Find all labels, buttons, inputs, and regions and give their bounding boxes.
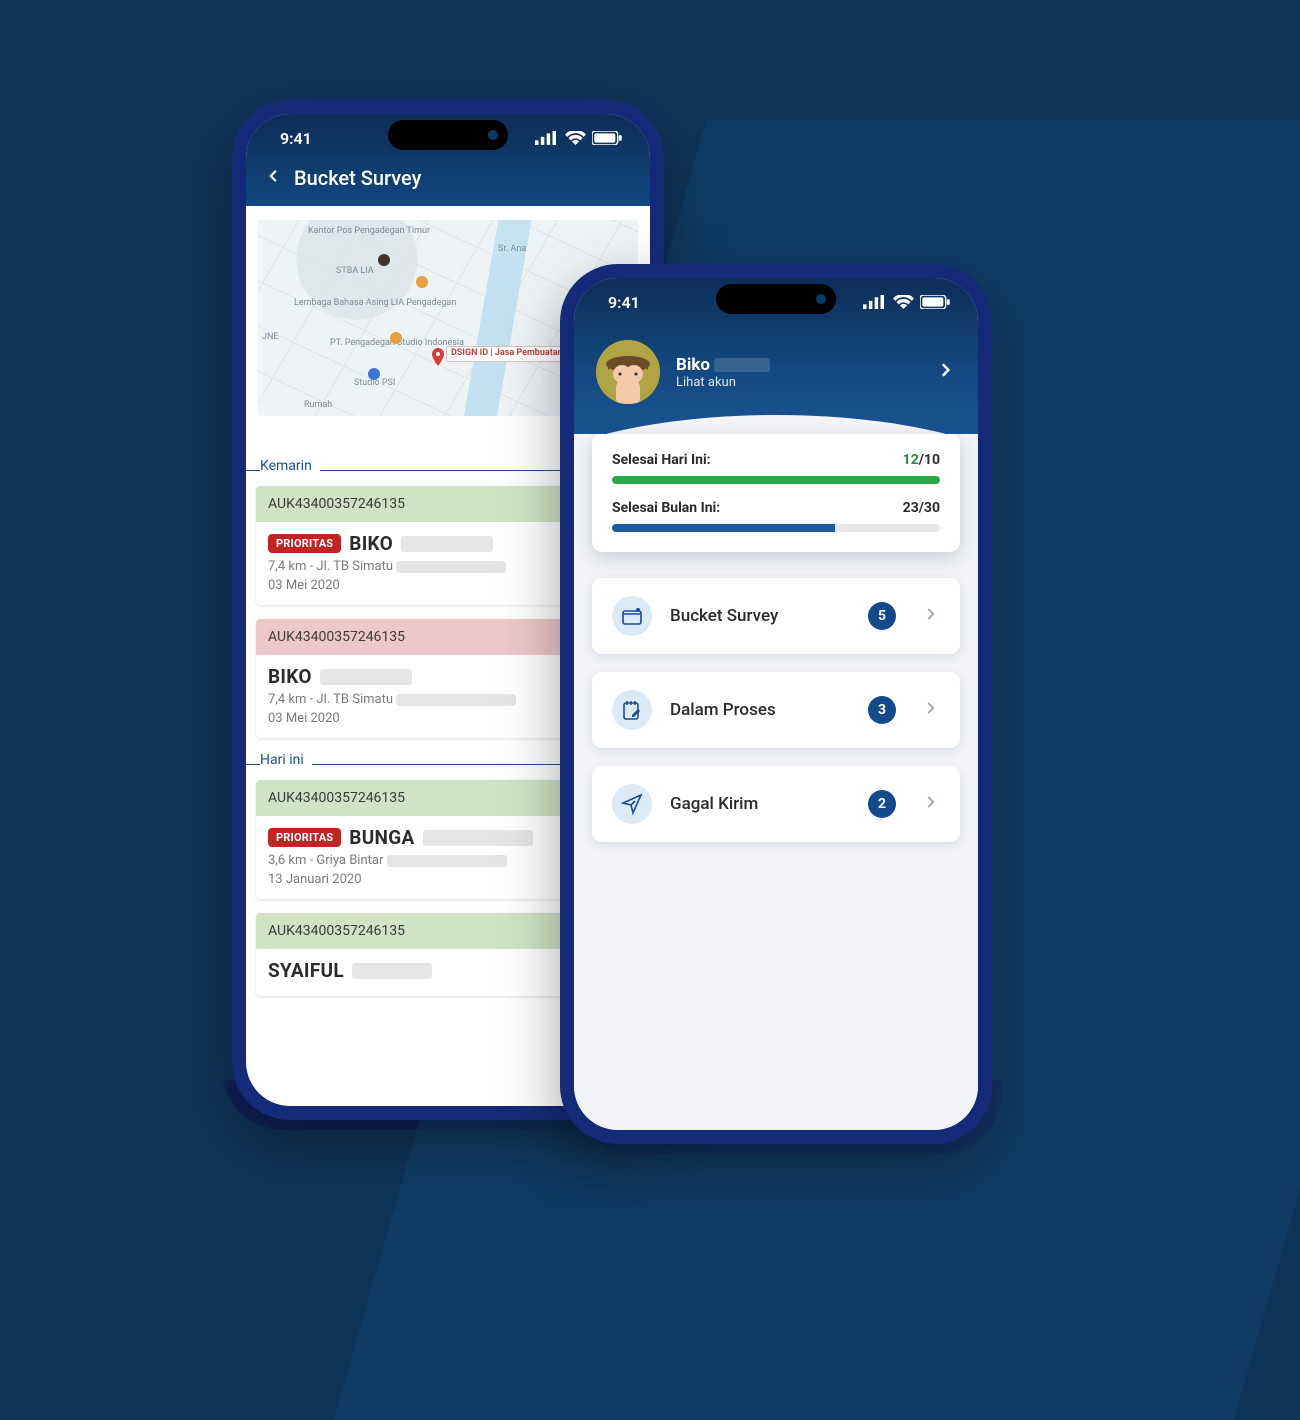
card-name: SYAIFUL [268,959,344,982]
back-button[interactable] [264,166,282,190]
notes-icon [612,690,652,730]
card-name: BUNGA [349,826,414,849]
priority-badge: PRIORITAS [268,534,341,553]
progress-month-row: Selesai Bulan Ini: 23/30 [612,500,940,516]
map-pin [390,332,402,344]
menu-item-bucket-survey[interactable]: Bucket Survey 5 [592,578,960,654]
menu-label: Dalam Proses [670,700,776,720]
progress-today-label: Selesai Hari Ini: [612,452,711,468]
progress-month-done: 23 [903,500,919,516]
header-row: Bucket Survey [246,162,650,206]
profile-subtitle: Lihat akun [676,375,770,390]
right-body: Selesai Hari Ini: 12/10 Selesai Bulan In… [574,434,978,1144]
count-badge: 2 [868,790,896,818]
page-title: Bucket Survey [294,166,421,190]
redacted-text [387,855,507,867]
map-label: Kantor Pos Pengadegan Timur [308,226,430,236]
redacted-text [396,694,516,706]
folder-icon [612,596,652,636]
redacted-text [714,358,770,372]
status-icons [863,295,950,309]
left-header: 9:41 Bucket Survey [246,114,650,206]
battery-icon [592,131,622,145]
card-name: BIKO [349,532,393,555]
status-time: 9:41 [280,129,312,148]
card-name: BIKO [268,665,312,688]
progress-today-done: 12 [903,452,919,468]
status-icons [535,131,622,145]
map-label: JNE [262,332,279,342]
profile-name: Biko [676,355,710,375]
progress-card: Selesai Hari Ini: 12/10 Selesai Bulan In… [592,434,960,552]
count-badge: 5 [868,602,896,630]
section-label-text: Kemarin [260,458,320,474]
progress-month-value: 23/30 [903,500,940,516]
redacted-text [423,830,533,846]
map-label: Sr. Ana [498,244,526,254]
paper-plane-icon [612,784,652,824]
notch [716,284,836,314]
map-marker-icon [432,348,444,366]
phone-right: 9:41 Biko Lihat akun [560,264,992,1144]
wifi-icon [565,131,586,145]
notch [388,120,508,150]
chevron-right-icon [914,793,940,815]
menu-label: Gagal Kirim [670,794,758,814]
redacted-text [320,669,412,685]
progress-fill [612,476,940,484]
signal-icon [535,131,558,145]
menu-label: Bucket Survey [670,606,778,626]
map-label: STBA LIA [336,266,374,276]
menu-item-dalam-proses[interactable]: Dalam Proses 3 [592,672,960,748]
redacted-text [352,963,432,979]
priority-badge: PRIORITAS [268,828,341,847]
battery-icon [920,295,950,309]
redacted-text [401,536,493,552]
wifi-icon [893,295,914,309]
progress-bar-today [612,476,940,484]
status-bar: 9:41 [246,114,650,162]
map-pin [378,254,390,266]
chevron-right-icon [936,360,956,384]
profile-row[interactable]: Biko Lihat akun [574,326,978,404]
avatar-illustration [596,340,660,404]
card-distance-text: 7,4 km - Jl. TB Simatu [268,692,393,707]
profile-name-row: Biko [676,355,770,375]
map-label: Rumah [304,400,332,410]
status-bar: 9:41 [574,278,978,326]
card-distance-text: 7,4 km - Jl. TB Simatu [268,559,393,574]
progress-fill [612,524,835,532]
map-pin [368,368,380,380]
card-distance-text: 3,6 km - Griya Bintar [268,853,383,868]
menu-item-gagal-kirim[interactable]: Gagal Kirim 2 [592,766,960,842]
progress-today-value: 12/10 [903,452,940,468]
map-label: Lembaga Bahasa Asing LIA Pengadegan [294,298,456,308]
avatar [596,340,660,404]
map-pin [416,276,428,288]
count-badge: 3 [868,696,896,724]
progress-today-row: Selesai Hari Ini: 12/10 [612,452,940,468]
profile-text: Biko Lihat akun [676,355,770,390]
chevron-right-icon [914,699,940,721]
signal-icon [863,295,886,309]
chevron-right-icon [914,605,940,627]
progress-bar-month [612,524,940,532]
progress-month-label: Selesai Bulan Ini: [612,500,720,516]
redacted-text [396,561,506,573]
section-label-text: Hari ini [260,752,312,768]
progress-today-total: /10 [919,452,940,468]
progress-month-total: /30 [919,500,940,516]
status-time: 9:41 [608,293,640,312]
map-callout: DSIGN ID | Jasa Pembuatan. [446,346,570,362]
